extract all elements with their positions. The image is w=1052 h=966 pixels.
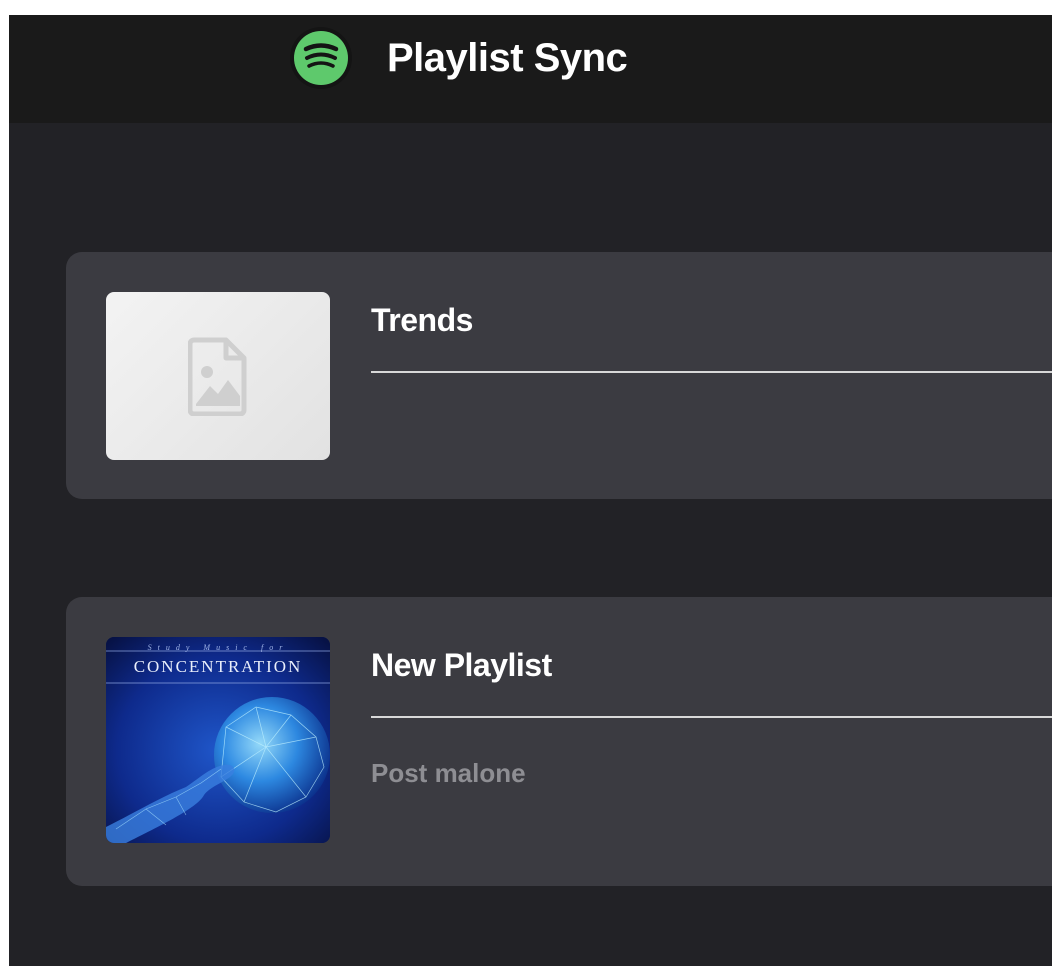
divider	[371, 716, 1052, 718]
app-window: Playlist Sync Trends Study Music for CON…	[9, 15, 1052, 966]
playlist-title: Trends	[371, 302, 473, 338]
divider	[371, 371, 1052, 373]
playlist-description: Post malone	[371, 758, 526, 788]
spotify-logo-icon[interactable]	[290, 27, 352, 89]
playlist-cover[interactable]: Study Music for CONCENTRATION	[106, 637, 330, 843]
playlist-card[interactable]: Study Music for CONCENTRATION New Playli…	[66, 597, 1052, 886]
app-title: Playlist Sync	[387, 36, 628, 80]
cover-subtitle: Study Music for	[147, 643, 289, 652]
top-bar: Playlist Sync	[9, 15, 1052, 123]
playlist-title: New Playlist	[371, 647, 552, 683]
image-placeholder-icon	[188, 337, 247, 416]
playlist-cover[interactable]	[106, 292, 330, 460]
cover-title: CONCENTRATION	[133, 657, 303, 676]
playlist-card[interactable]: Trends	[66, 252, 1052, 499]
